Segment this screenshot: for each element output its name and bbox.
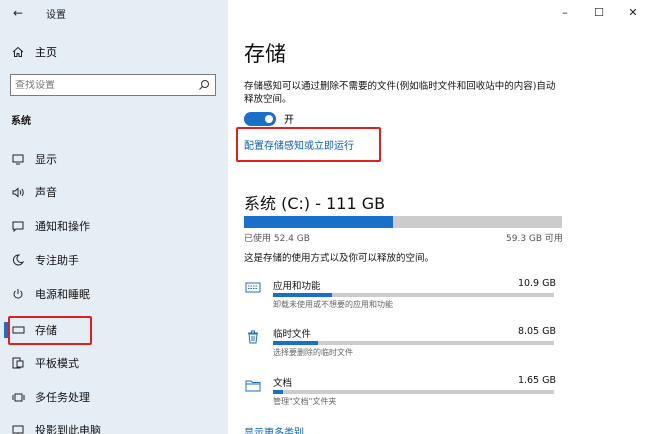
storage-sense-description: 存储感知可以通过删除不需要的文件(例如临时文件和回收站中的内容)自动释放空间。 (244, 81, 556, 105)
minimize-button[interactable]: – (548, 3, 582, 21)
app-title: 设置 (46, 9, 66, 21)
close-button[interactable]: ✕ (616, 3, 650, 21)
category-size: 1.65 GB (517, 375, 556, 386)
sidebar-item-focus-assist[interactable]: 专注助手 (0, 245, 228, 275)
usage-description: 这是存储的使用方式以及你可以释放的空间。 (244, 253, 435, 264)
nav-home[interactable]: 主页 (0, 40, 228, 64)
multitask-icon (11, 392, 25, 403)
category-bar-fill (273, 341, 318, 345)
sidebar-item-label: 平板模式 (35, 357, 79, 370)
storage-sense-toggle[interactable] (244, 111, 276, 126)
sidebar-item-label: 专注助手 (35, 254, 79, 267)
drive-free-label: 59.3 GB 可用 (506, 234, 563, 244)
category-subtext: 选择要删除的临时文件 (273, 348, 353, 357)
power-icon (11, 288, 25, 300)
tablet-icon (11, 357, 25, 369)
folder-icon (244, 379, 262, 392)
sidebar-item-project[interactable]: 投影到此电脑 (0, 415, 228, 434)
maximize-button[interactable]: ☐ (582, 3, 616, 21)
category-bar (273, 341, 554, 345)
keyboard-icon (244, 282, 262, 294)
window-controls: – ☐ ✕ (548, 3, 650, 21)
category-bar (273, 293, 554, 297)
search-icon[interactable] (198, 79, 210, 94)
sidebar: ← 设置 主页 系统 显示 声音 通知和操作 专 (0, 0, 228, 434)
drive-used-label: 已使用 52.4 GB (244, 234, 310, 244)
main-panel: – ☐ ✕ 存储 存储感知可以通过删除不需要的文件(例如临时文件和回收站中的内容… (228, 0, 650, 434)
moon-icon (11, 254, 25, 266)
section-heading: 系统 (11, 116, 31, 127)
show-more-categories-link[interactable]: 显示更多类别 (244, 424, 304, 434)
page-title: 存储 (244, 42, 286, 66)
search-box[interactable] (10, 74, 216, 96)
category-bar-fill (273, 390, 283, 394)
drive-usage-fill (244, 216, 394, 228)
project-icon (11, 425, 25, 434)
search-input[interactable] (15, 79, 195, 91)
sidebar-item-sound[interactable]: 声音 (0, 177, 228, 207)
sidebar-item-label: 投影到此电脑 (35, 424, 101, 434)
speaker-icon (11, 186, 25, 198)
category-size: 10.9 GB (517, 278, 556, 289)
sidebar-item-notifications[interactable]: 通知和操作 (0, 211, 228, 241)
drive-usage-bar (244, 216, 562, 228)
category-temp-files[interactable]: 临时文件 8.05 GB 选择要删除的临时文件 (244, 326, 556, 360)
category-name: 文档 (273, 378, 293, 389)
toggle-label: 开 (284, 115, 294, 126)
sidebar-item-power[interactable]: 电源和睡眠 (0, 279, 228, 309)
highlight-box-storage (8, 316, 92, 345)
category-bar (273, 390, 554, 394)
category-name: 临时文件 (273, 329, 312, 340)
category-bar-fill (273, 293, 332, 297)
sidebar-item-display[interactable]: 显示 (0, 144, 228, 174)
category-size: 8.05 GB (517, 326, 556, 337)
sidebar-item-label: 电源和睡眠 (35, 288, 90, 301)
category-subtext: 管理"文档"文件夹 (273, 397, 337, 406)
category-name: 应用和功能 (273, 281, 321, 292)
display-icon (11, 154, 25, 165)
category-apps[interactable]: 应用和功能 10.9 GB 卸载未使用或不想要的应用和功能 (244, 278, 556, 312)
sidebar-item-label: 显示 (35, 153, 57, 166)
drive-title: 系统 (C:) - 111 GB (244, 194, 386, 213)
sidebar-item-multitasking[interactable]: 多任务处理 (0, 382, 228, 412)
sidebar-item-label: 声音 (35, 186, 57, 199)
back-button[interactable]: ← (2, 0, 34, 26)
sidebar-item-label: 多任务处理 (35, 391, 90, 404)
titlebar-left: ← 设置 (0, 0, 228, 26)
nav-home-label: 主页 (35, 46, 57, 59)
home-icon (11, 46, 25, 58)
trash-icon (244, 330, 262, 344)
sidebar-item-tablet[interactable]: 平板模式 (0, 348, 228, 378)
storage-sense-toggle-row: 开 (244, 111, 294, 126)
notification-icon (11, 221, 25, 232)
highlight-box-config (236, 127, 381, 162)
category-subtext: 卸载未使用或不想要的应用和功能 (273, 300, 393, 309)
sidebar-item-label: 通知和操作 (35, 220, 90, 233)
category-documents[interactable]: 文档 1.65 GB 管理"文档"文件夹 (244, 375, 556, 409)
toggle-knob (265, 114, 273, 123)
